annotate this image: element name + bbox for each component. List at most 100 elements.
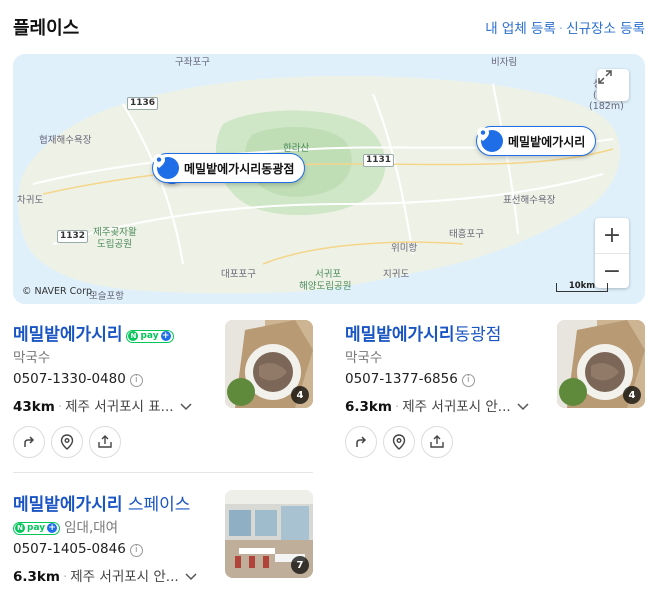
- place-name-text[interactable]: 메밀밭에가시리: [345, 325, 454, 345]
- place-phone: 0507-1377-6856 i: [345, 371, 475, 387]
- map-label-taeheung: 태흥포구: [449, 229, 484, 240]
- phone-number[interactable]: 0507-1405-0846: [13, 541, 126, 557]
- info-icon[interactable]: i: [129, 373, 143, 387]
- map-pin-label: 메밀밭에가시리: [508, 134, 586, 149]
- location-button[interactable]: [383, 426, 415, 458]
- map-label-gujwa: 구좌포구: [175, 57, 210, 68]
- npay-text: pay: [140, 331, 159, 341]
- place-card[interactable]: 메밀밭에가시리 Npay + 막국수 0507-1330-0480 i 43km · 제주…: [13, 320, 313, 460]
- place-address[interactable]: 6.3km · 제주 서귀포시 안...: [13, 565, 197, 585]
- place-address[interactable]: 43km · 제주 서귀포시 표...: [13, 395, 192, 415]
- place-card[interactable]: 메밀밭에가시리 스페이스 Npay + 임대,대여 0507-1405-0846 i …: [13, 490, 313, 594]
- map-label-hallasan: 한라산: [283, 143, 310, 154]
- map-label-jigwido: 지귀도: [383, 269, 410, 280]
- photo-count: 4: [291, 386, 309, 404]
- link-separator: ·: [558, 21, 564, 37]
- place-category-row: Npay + 임대,대여: [13, 516, 118, 536]
- address-text: 제주 서귀포시 안...: [70, 569, 179, 585]
- zoom-control: + −: [595, 218, 629, 288]
- place-category: 막국수: [13, 350, 51, 366]
- share-button[interactable]: [89, 426, 121, 458]
- map-label-wimi: 위미항: [391, 243, 418, 254]
- dot-separator: ·: [62, 569, 68, 585]
- location-pin-icon: [477, 127, 503, 152]
- place-name[interactable]: 메밀밭에가시리 스페이스: [13, 490, 190, 515]
- map-view[interactable]: 구좌포구 비자림 성산 (세계 (182m) 협재해수욕장 한라산 차귀도 제주…: [13, 54, 645, 304]
- dot-separator: ·: [57, 399, 63, 415]
- place-name[interactable]: 메밀밭에가시리동광점: [345, 320, 501, 345]
- npay-text: pay: [27, 523, 46, 533]
- place-category: 임대,대여: [64, 520, 119, 536]
- naver-n-icon: N: [128, 331, 139, 341]
- map-label-seongsan-height: (182m): [589, 101, 624, 112]
- place-address[interactable]: 6.3km · 제주 서귀포시 안...: [345, 395, 529, 415]
- map-scale: 10km: [556, 282, 608, 292]
- directions-icon: [356, 436, 367, 447]
- chevron-down-icon[interactable]: [180, 399, 192, 415]
- place-name-text[interactable]: 메밀밭에가시리: [13, 325, 122, 345]
- place-phone: 0507-1405-0846 i: [13, 541, 143, 557]
- expand-icon: [598, 70, 612, 84]
- info-icon[interactable]: i: [129, 543, 143, 557]
- directions-icon: [24, 436, 35, 447]
- naver-n-icon: N: [15, 523, 25, 533]
- map-label-bijarim: 비자림: [491, 57, 518, 68]
- chevron-down-icon[interactable]: [517, 399, 529, 415]
- dot-separator: ·: [394, 399, 400, 415]
- map-label-chagwido: 차귀도: [17, 195, 44, 206]
- phone-number[interactable]: 0507-1330-0480: [13, 371, 126, 387]
- map-pin-donggwang[interactable]: 메밀밭에가시리동광점: [152, 153, 306, 183]
- place-photo[interactable]: 4: [225, 320, 313, 408]
- place-photo[interactable]: 4: [557, 320, 645, 408]
- share-icon: [430, 435, 444, 448]
- plus-icon: +: [160, 331, 171, 341]
- address-text: 제주 서귀포시 표...: [65, 399, 174, 415]
- npay-badge: Npay +: [13, 521, 61, 535]
- road-sign-1132: 1132: [57, 230, 89, 243]
- register-my-business-link[interactable]: 내 업체 등록: [485, 21, 556, 37]
- zoom-in-button[interactable]: +: [595, 218, 629, 253]
- map-label-hyeopjae: 협재해수욕장: [39, 135, 92, 146]
- road-sign-1131: 1131: [363, 154, 395, 167]
- address-text: 제주 서귀포시 안...: [402, 399, 511, 415]
- place-card[interactable]: 메밀밭에가시리동광점 막국수 0507-1377-6856 i 6.3km · 제주 …: [345, 320, 645, 460]
- plus-icon: +: [47, 523, 58, 533]
- info-icon[interactable]: i: [461, 373, 475, 387]
- register-new-place-link[interactable]: 신규장소 등록: [566, 21, 645, 37]
- card-divider: [13, 472, 313, 473]
- place-name-branch[interactable]: 스페이스: [122, 495, 191, 515]
- photo-count: 4: [623, 386, 641, 404]
- place-actions: [345, 426, 453, 458]
- place-photo[interactable]: 7: [225, 490, 313, 578]
- place-name-text[interactable]: 메밀밭에가시리: [13, 495, 122, 515]
- header-links: 내 업체 등록 · 신규장소 등록: [485, 17, 645, 37]
- map-label-pyoseon: 표선해수욕장: [503, 195, 556, 206]
- places-header: 플레이스 내 업체 등록 · 신규장소 등록: [13, 12, 647, 39]
- place-name[interactable]: 메밀밭에가시리 Npay +: [13, 320, 174, 345]
- directions-button[interactable]: [13, 426, 45, 458]
- npay-badge: Npay +: [126, 329, 174, 343]
- chevron-down-icon[interactable]: [185, 569, 197, 585]
- place-phone: 0507-1330-0480 i: [13, 371, 143, 387]
- section-title: 플레이스: [13, 18, 80, 39]
- share-button[interactable]: [421, 426, 453, 458]
- place-category: 막국수: [345, 350, 383, 366]
- place-actions: [13, 426, 121, 458]
- map-copyright: © NAVER Corp.: [22, 286, 96, 297]
- location-button[interactable]: [51, 426, 83, 458]
- photo-count: 7: [291, 556, 309, 574]
- phone-number[interactable]: 0507-1377-6856: [345, 371, 458, 387]
- map-pin-label: 메밀밭에가시리동광점: [184, 161, 295, 176]
- location-pin-icon: [153, 154, 179, 179]
- expand-map-button[interactable]: [597, 69, 629, 101]
- place-distance: 6.3km: [13, 569, 60, 585]
- map-label-jeju-forest-2: 도립공원: [97, 239, 132, 250]
- directions-button[interactable]: [345, 426, 377, 458]
- place-distance: 43km: [13, 399, 55, 415]
- map-pin-main[interactable]: 메밀밭에가시리: [476, 126, 597, 156]
- location-pin-outline-icon: [392, 434, 406, 450]
- place-name-branch[interactable]: 동광점: [454, 325, 501, 345]
- place-distance: 6.3km: [345, 399, 392, 415]
- map-label-seogwipo-2: 해양도립공원: [299, 281, 352, 292]
- map-label-daepo: 대포포구: [221, 269, 256, 280]
